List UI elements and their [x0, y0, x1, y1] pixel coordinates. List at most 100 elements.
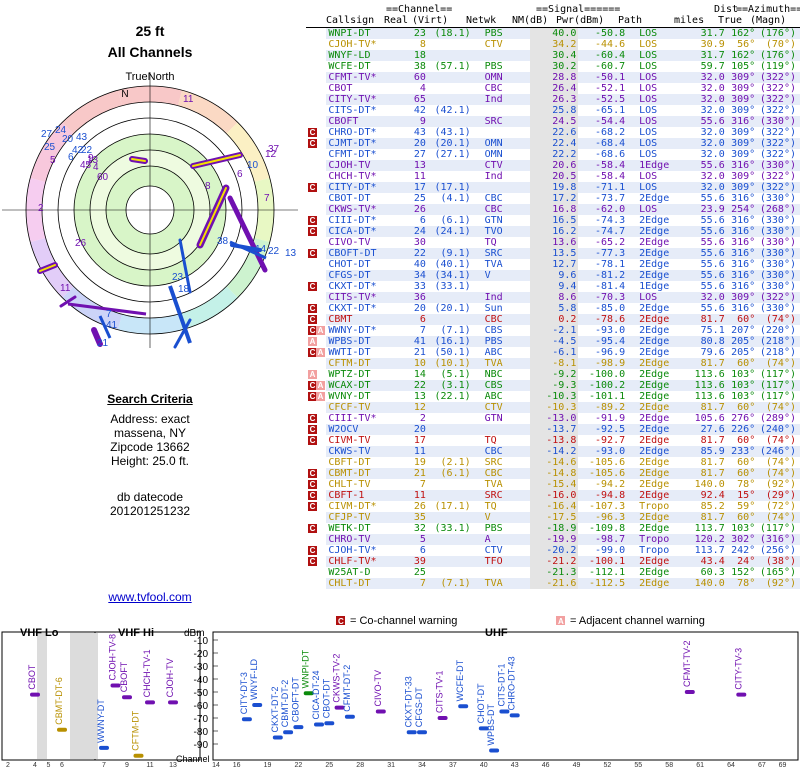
cell-net: V — [470, 512, 530, 523]
cell-cs: WETK-DT — [326, 523, 400, 534]
cell-miles: 113.6 — [684, 369, 725, 380]
hdr-nm: NM(dB) — [512, 15, 549, 26]
spectrum-bar — [458, 704, 469, 709]
cell-pwr: -52.5 — [578, 94, 626, 105]
cell-real: 39 — [399, 556, 426, 567]
polar-channel-label: 5 — [50, 155, 56, 166]
channel-tick-label: 46 — [542, 762, 550, 768]
cell-miles: 81.7 — [684, 512, 725, 523]
table-row: C A WCAX-DT 22 (3.1) CBS -9.3 -100.2 2Edge 113.6 1… — [306, 380, 800, 391]
polar-plot: TrueNorth N 11 27 24 20 25 43 42 22 6 9 5 13 45 4 60 2 26 8… — [0, 60, 300, 360]
spectrum-bar-label: CJOH-TV-8 — [108, 634, 118, 681]
cell-real: 26 — [399, 501, 426, 512]
cell-mag: (246°) — [755, 446, 800, 457]
cell-net: CBC — [470, 83, 530, 94]
db-value: 201201251232 — [109, 504, 191, 518]
cell-virt — [425, 512, 471, 523]
spectrum-svg: VHF Lo VHF Hi UHFdBmChannelC = Co-channel w… — [1, 615, 799, 769]
cell-miles: 105.6 — [684, 413, 725, 424]
adjacent-channel-badge: A — [308, 337, 317, 346]
cell-cs: WPBS-DT — [326, 336, 400, 347]
table-row: C A WVNY-DT 13 (22.1) ABC -10.3 -101.1 2Edge 113.… — [306, 391, 800, 402]
co-channel-badge: C — [308, 502, 317, 511]
cell-virt: (57.1) — [425, 61, 471, 72]
cell-pwr: -65.1 — [578, 105, 626, 116]
cell-cs: CHRO-DT* — [326, 127, 400, 138]
cell-az: 103° — [724, 380, 756, 391]
cell-cs: CBOT-DT — [326, 193, 400, 204]
cell-virt: (33.1) — [425, 523, 471, 534]
cell-warn — [306, 116, 326, 127]
cell-pwr: -109.8 — [578, 523, 626, 534]
cell-pwr: -74.3 — [578, 215, 626, 226]
table-row: A WPTZ-DT 14 (5.1) NBC -9.2 -100.0 2Edge 113.6 10… — [306, 369, 800, 380]
table-row: WNYF-LD 18 30.4 -60.4 LOS 31.7 162° (176°) — [306, 50, 800, 61]
cell-warn: C — [306, 248, 326, 259]
cell-cs: CFMT-DT* — [326, 149, 400, 160]
co-channel-badge: C — [308, 414, 317, 423]
cell-nm: -21.3 — [529, 567, 579, 578]
cell-nm: -13.8 — [529, 435, 579, 446]
table-row: C CJOH-TV* 6 CTV -20.2 -99.0 Tropo 113.7 242° (25… — [306, 545, 800, 556]
cell-az: 60° — [724, 402, 756, 413]
spectrum-bar — [133, 753, 144, 758]
cell-az: 309° — [724, 72, 756, 83]
cell-virt — [425, 292, 471, 303]
cell-virt — [425, 116, 471, 127]
cell-path: 2Edge — [625, 237, 685, 248]
cell-cs: CHCH-TV* — [326, 171, 400, 182]
table-row: C CBFT-1 11 SRC -16.0 -94.8 2Edge 92.4 15° (29°) — [306, 490, 800, 501]
tvfool-link[interactable]: www.tvfool.com — [0, 590, 300, 604]
cell-miles: 81.7 — [684, 402, 725, 413]
cell-net: CBS — [470, 380, 530, 391]
cell-pwr: -98.9 — [578, 358, 626, 369]
table-row: WNPI-DT 23 (18.1) PBS 40.0 -50.8 LOS 31.7 162° (1… — [306, 28, 800, 39]
hdr-group-azimuth: ==Azimuth== — [736, 4, 800, 15]
cell-virt — [425, 435, 471, 446]
table-row: C CKXT-DT* 20 (20.1) Sun 5.8 -85.0 2Edge 55.6 316… — [306, 303, 800, 314]
cell-mag: (29°) — [755, 490, 800, 501]
cell-miles: 113.6 — [684, 380, 725, 391]
cell-cs: CKWS-TV* — [326, 204, 400, 215]
cell-net: Ind — [470, 171, 530, 182]
cell-net: TFO — [470, 556, 530, 567]
hdr-true: True — [718, 15, 743, 26]
cell-warn — [306, 72, 326, 83]
cell-az: 78° — [724, 479, 756, 490]
cell-nm: -13.0 — [529, 413, 579, 424]
cell-cs: W2OCV — [326, 424, 400, 435]
cell-miles: 32.0 — [684, 83, 725, 94]
cell-cs: CFMT-TV* — [326, 72, 400, 83]
cell-net — [470, 105, 530, 116]
cell-nm: -19.9 — [529, 534, 579, 545]
channel-tick-label: 22 — [295, 762, 303, 768]
cell-net — [470, 182, 530, 193]
table-row: CIVO-TV 30 TQ 13.6 -65.2 2Edge 55.6 316° (330°) — [306, 237, 800, 248]
cell-path: LOS — [625, 182, 685, 193]
spectrum-bar — [375, 709, 386, 714]
spectrum-bar — [509, 713, 520, 718]
cell-mag: (92°) — [755, 479, 800, 490]
cell-net: PBS — [470, 28, 530, 39]
cell-virt: (7.1) — [425, 325, 471, 336]
cell-cs: CHLF-TV* — [326, 556, 400, 567]
table-row: C CBMT-DT 21 (6.1) CBC -14.8 -105.6 2Edge 81.7 60… — [306, 468, 800, 479]
table-row: CHLT-DT 7 (7.1) TVA -21.6 -112.5 2Edge 140.0 78°… — [306, 578, 800, 589]
cell-az: 103° — [724, 523, 756, 534]
cell-mag: (74°) — [755, 457, 800, 468]
cell-path: 2Edge — [625, 391, 685, 402]
cell-az: 162° — [724, 28, 756, 39]
cell-virt: (40.1) — [425, 259, 471, 270]
spectrum-bar-label: WPBS-DT — [486, 704, 496, 746]
cell-az: 24° — [724, 556, 756, 567]
cell-path: 2Edge — [625, 578, 685, 589]
polar-svg: TrueNorthN 1127 2420254342226 95 1345 4602268… — [2, 71, 298, 349]
cell-cs: CBFT-1 — [326, 490, 400, 501]
cell-miles: 79.6 — [684, 347, 725, 358]
search-criteria: Search Criteria Address: exact massena, … — [0, 392, 300, 468]
cell-miles: 32.0 — [684, 72, 725, 83]
hdr-magn: (Magn) — [750, 15, 787, 26]
cell-nm: 30.4 — [529, 50, 579, 61]
cell-real: 20 — [399, 424, 426, 435]
cell-path: LOS — [625, 28, 685, 39]
